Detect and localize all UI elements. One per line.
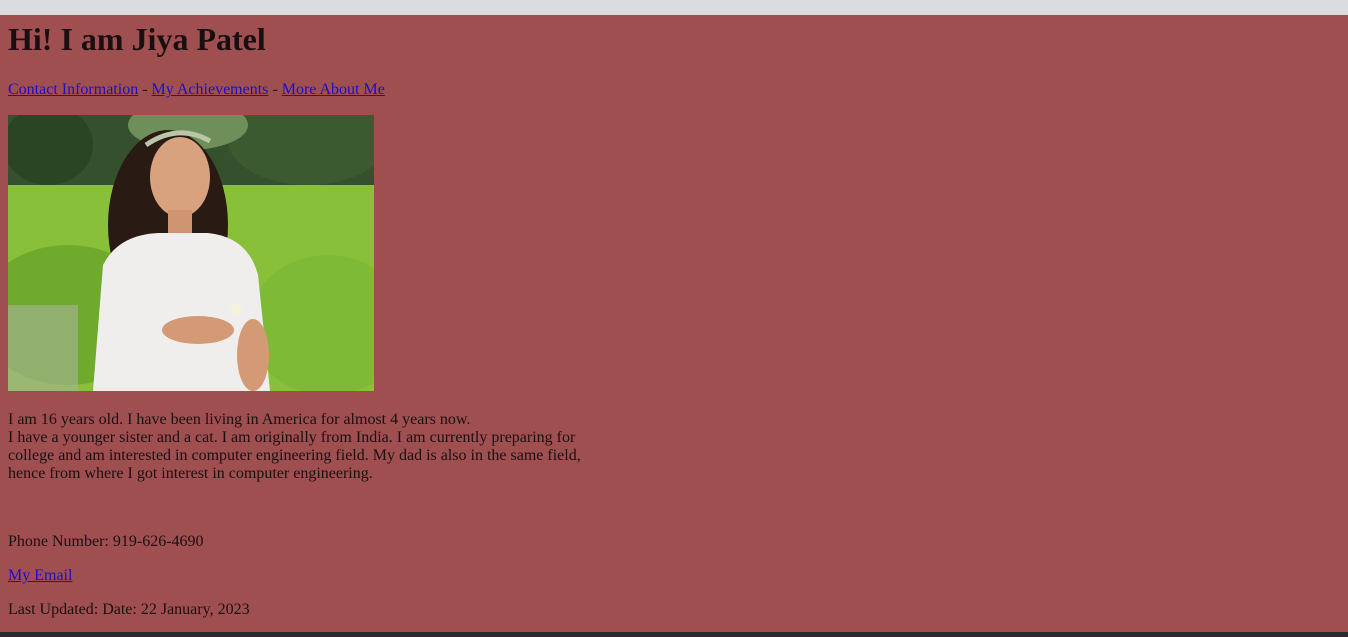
nav-separator: -	[138, 81, 152, 98]
bio-text: I am 16 years old. I have been living in…	[8, 411, 588, 483]
nav-links: Contact Information - My Achievements - …	[8, 80, 1340, 99]
phone-number: Phone Number: 919-626-4690	[8, 533, 204, 550]
email-link[interactable]: My Email	[8, 567, 72, 584]
last-updated: Last Updated: Date: 22 January, 2023	[8, 601, 250, 618]
nav-separator: -	[268, 81, 282, 98]
link-contact-information[interactable]: Contact Information	[8, 81, 138, 98]
photo-illustration	[8, 115, 374, 391]
link-more-about-me[interactable]: More About Me	[282, 81, 385, 98]
taskbar-strip	[0, 632, 1348, 637]
email-container: My Email	[8, 567, 1340, 585]
link-my-achievements[interactable]: My Achievements	[152, 81, 269, 98]
page-title: Hi! I am Jiya Patel	[8, 21, 266, 57]
bio-line-1: I am 16 years old. I have been living in…	[8, 411, 471, 428]
page-body: Hi! I am Jiya Patel Contact Information …	[0, 15, 1348, 632]
browser-top-strip	[0, 0, 1348, 15]
bio-line-2: I have a younger sister and a cat. I am …	[8, 429, 581, 482]
portrait-photo	[8, 115, 374, 391]
